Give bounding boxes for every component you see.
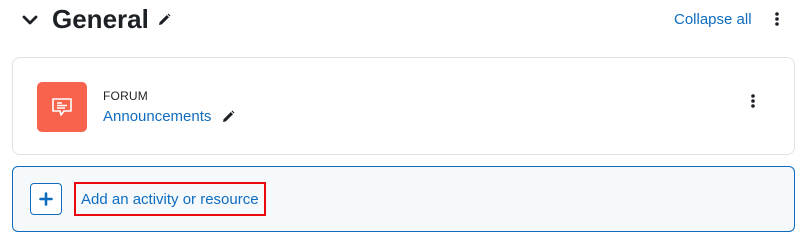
pencil-icon[interactable] bbox=[157, 13, 171, 27]
highlight-box: Add an activity or resource bbox=[74, 182, 266, 216]
add-activity-plus-button[interactable] bbox=[30, 183, 62, 215]
pencil-icon[interactable] bbox=[221, 110, 235, 124]
forum-icon bbox=[37, 82, 87, 132]
section-title: General bbox=[52, 4, 149, 34]
activity-name-link[interactable]: Announcements bbox=[103, 107, 211, 127]
course-page: General Collapse all FORUM Announcements… bbox=[0, 0, 809, 242]
more-options-icon[interactable] bbox=[772, 10, 782, 28]
activity-more-options-icon[interactable] bbox=[748, 92, 758, 110]
chevron-down-icon[interactable] bbox=[20, 10, 40, 30]
add-activity-link[interactable]: Add an activity or resource bbox=[81, 190, 259, 209]
collapse-all-link[interactable]: Collapse all bbox=[674, 10, 752, 30]
section-header: General Collapse all bbox=[0, 0, 809, 40]
add-activity-box: Add an activity or resource bbox=[12, 166, 795, 232]
plus-icon bbox=[39, 192, 53, 206]
activity-type-label: FORUM bbox=[103, 89, 148, 103]
activity-card: FORUM Announcements bbox=[12, 57, 795, 155]
